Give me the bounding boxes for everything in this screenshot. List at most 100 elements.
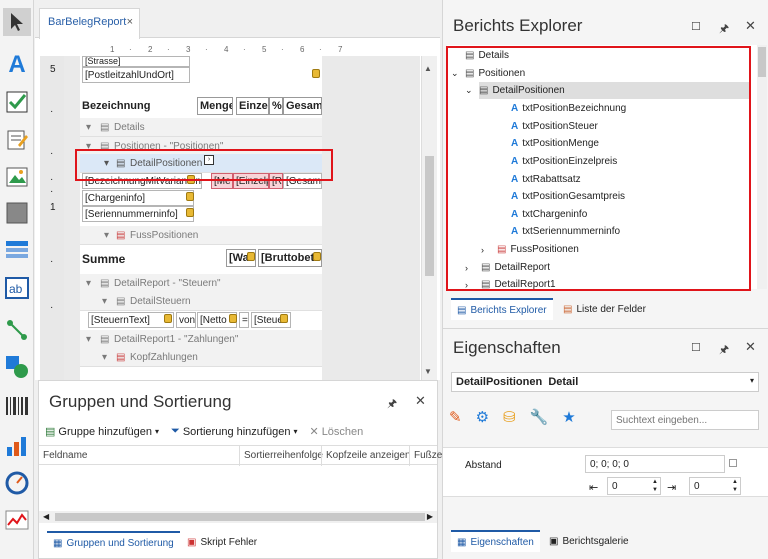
component-selector[interactable]: DetailPositionen Detail ▾ — [451, 372, 759, 392]
pin-icon[interactable]: 🖈 — [719, 341, 729, 360]
maximize-icon[interactable]: ☐ — [691, 20, 701, 33]
add-group-label: Gruppe hinzufügen — [58, 425, 152, 438]
ruler-mark: · — [167, 45, 170, 54]
col-header-bezeichnung[interactable]: Bezeichnung — [82, 100, 150, 112]
band-detailreport-zahlungen[interactable]: ▾ ▤ DetailReport1 - "Zahlungen" — [80, 330, 322, 349]
label-equals[interactable]: = — [239, 312, 249, 328]
col-sortierreihenfolge[interactable]: Sortierreihenfolge — [239, 446, 323, 466]
cell-chargeninfo[interactable]: [Chargeninfo] — [82, 190, 194, 206]
panel-tool-icon[interactable] — [3, 199, 31, 227]
behavior-icon[interactable]: ⚙ — [476, 408, 489, 426]
layout-icon[interactable]: 🔧 — [530, 408, 549, 426]
toolbox: A ab — [0, 0, 34, 559]
panel-title: Gruppen und Sortierung — [49, 392, 232, 411]
col-header-einzel[interactable]: Einzel — [236, 97, 269, 115]
pin-icon[interactable]: 🖈 — [719, 20, 729, 39]
padding-left-icon: ⇤ — [589, 482, 599, 494]
tab-liste-der-felder[interactable]: ▤ Liste der Felder — [557, 298, 652, 320]
scroll-down-icon[interactable]: ▼ — [424, 367, 432, 376]
tab-barbelegreport[interactable]: BarBelegReport × — [39, 8, 140, 39]
col-fusszeile[interactable]: Fußze — [409, 446, 442, 466]
textbox-tool-icon[interactable]: ab — [3, 274, 31, 302]
col-header-menge[interactable]: Menge — [197, 97, 233, 115]
database-icon — [247, 252, 255, 261]
tab-label: Skript Fehler — [200, 536, 258, 548]
scroll-up-icon[interactable]: ▲ — [424, 64, 432, 73]
tab-label: Berichtsgalerie — [562, 535, 629, 547]
abstand-value-input[interactable]: 0; 0; 0; 0 — [585, 455, 725, 473]
appearance-icon[interactable]: ✎ — [449, 408, 462, 426]
band-kopfzahlungen[interactable]: ▾ ▤ KopfZahlungen — [80, 348, 322, 367]
spinner-icon[interactable]: ▲ ▼ — [732, 478, 738, 494]
cell-seriennummerninfo[interactable]: [Seriennummerninfo] — [82, 206, 194, 222]
shape-tool-icon[interactable] — [3, 353, 31, 381]
picture-tool-icon[interactable] — [3, 163, 31, 191]
col-kopfzeile[interactable]: Kopfzeile anzeigen — [321, 446, 411, 466]
tab-berichts-explorer[interactable]: ▤ Berichts Explorer — [451, 298, 553, 320]
tab-label: BarBelegReport — [48, 16, 127, 28]
gauge-tool-icon[interactable] — [3, 469, 31, 497]
ruler-mark: · — [50, 106, 54, 117]
field-list-icon: ▤ — [563, 303, 573, 315]
add-sort-button[interactable]: ⏷ Sortierung hinzufügen ▾ — [171, 425, 297, 438]
label-von[interactable]: von — [176, 312, 196, 328]
tab-skript-fehler[interactable]: ▣ Skript Fehler — [181, 531, 263, 553]
scroll-thumb[interactable] — [758, 47, 766, 77]
tab-gruppen-sortierung[interactable]: ▦ Gruppen und Sortierung — [47, 531, 180, 553]
maximize-icon[interactable]: ☐ — [691, 341, 701, 354]
padding-left-input[interactable]: 0 ▲ ▼ — [607, 477, 661, 495]
label-summe[interactable]: Summe — [82, 252, 125, 266]
table-tool-icon[interactable] — [3, 236, 31, 264]
barcode-tool-icon[interactable] — [3, 392, 31, 420]
horizontal-scrollbar[interactable]: ◀ ▶ — [39, 511, 437, 523]
sparkline-tool-icon[interactable] — [3, 506, 31, 534]
close-icon[interactable]: ✕ — [415, 393, 426, 409]
document-tabs: BarBelegReport × — [35, 0, 440, 39]
spinner-icon[interactable]: ▲ ▼ — [652, 478, 658, 494]
pin-icon[interactable]: 🖈 — [387, 395, 397, 414]
col-header-percent[interactable]: % — [269, 97, 283, 115]
label-tool-icon[interactable]: A — [3, 51, 31, 79]
search-input[interactable] — [611, 410, 759, 430]
tab-label: Eigenschaften — [470, 536, 534, 548]
checkbox-tool-icon[interactable] — [3, 88, 31, 116]
close-icon[interactable]: ✕ — [745, 339, 756, 355]
explorer-icon: ▤ — [457, 304, 467, 316]
close-icon[interactable]: × — [127, 16, 133, 28]
close-icon[interactable]: ✕ — [745, 18, 756, 34]
band-detailreport-steuern[interactable]: ▾ ▤ DetailReport - "Steuern" — [80, 274, 322, 293]
vertical-scrollbar[interactable]: ▲ ▼ — [421, 56, 437, 380]
padding-right-input[interactable]: 0 ▲ ▼ — [689, 477, 741, 495]
data-icon[interactable]: ⛁ — [503, 408, 516, 426]
field-strasse[interactable]: [Strasse] — [82, 56, 190, 67]
reset-property-icon[interactable] — [729, 459, 737, 467]
database-icon — [229, 314, 237, 323]
scroll-thumb[interactable] — [425, 156, 434, 276]
band-detailsteuern[interactable]: ▾ ▤ DetailSteuern — [80, 292, 322, 311]
richtext-tool-icon[interactable] — [3, 126, 31, 154]
vertical-scrollbar[interactable] — [757, 45, 767, 289]
ruler-mark: 6 — [300, 45, 305, 54]
line-tool-icon[interactable] — [3, 316, 31, 344]
col-feldname[interactable]: Feldname — [43, 450, 87, 461]
band-label: DetailReport1 - "Zahlungen" — [114, 334, 239, 345]
col-header-gesamt[interactable]: Gesamt — [283, 97, 322, 115]
report-canvas: [Strasse] [PostleitzahlUndOrt] Bezeichnu… — [64, 56, 420, 380]
tab-berichtsgalerie[interactable]: ▣ Berichtsgalerie — [543, 530, 635, 552]
band-details[interactable]: ▾ ▤ Details — [80, 118, 322, 137]
field-plz[interactable]: [PostleitzahlUndOrt] — [82, 67, 190, 83]
add-group-button[interactable]: ▤ Gruppe hinzufügen ▾ — [45, 425, 159, 439]
chart-tool-icon[interactable] — [3, 432, 31, 460]
scroll-right-icon[interactable]: ▶ — [427, 512, 433, 521]
band-fusspositionen[interactable]: ▾ ▤ FussPositionen — [80, 226, 322, 245]
favorites-icon[interactable]: ★ — [562, 408, 575, 426]
scroll-left-icon[interactable]: ◀ — [43, 512, 49, 521]
delete-button[interactable]: ✕ Löschen — [309, 425, 363, 439]
ruler-mark: 4 — [224, 45, 229, 54]
tab-eigenschaften[interactable]: ▦ Eigenschaften — [451, 530, 540, 552]
cell-steuerntext[interactable]: [SteuernText] — [88, 312, 174, 328]
sort-add-icon: ⏷ — [171, 425, 180, 437]
pointer-tool-icon[interactable] — [3, 8, 31, 36]
scroll-thumb[interactable] — [55, 513, 425, 521]
chevron-down-icon: ▾ — [293, 427, 298, 436]
